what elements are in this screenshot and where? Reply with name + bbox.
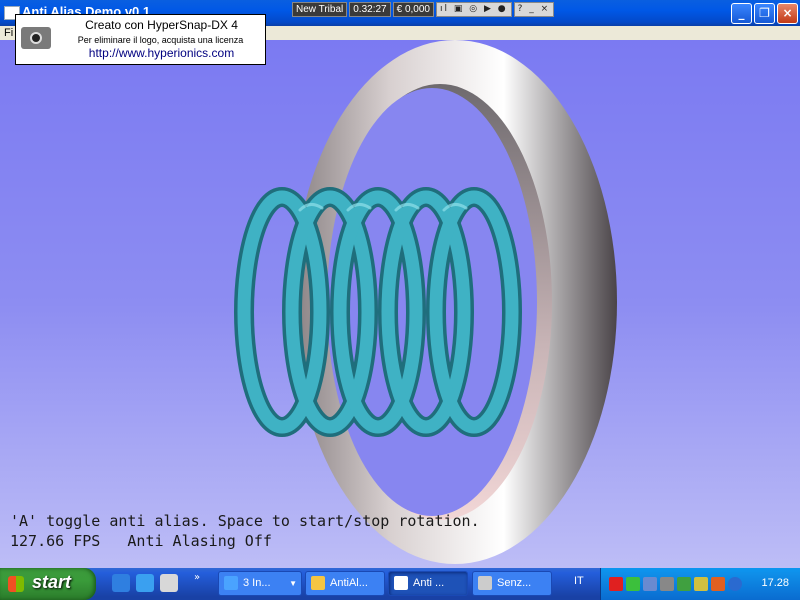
language-indicator[interactable]: IT <box>574 575 584 587</box>
tray-timer: 0.32:27 <box>349 1 391 17</box>
fps-status-text: 127.66 FPS Anti Alasing Off <box>10 532 272 550</box>
task-button-antialias[interactable]: Anti ... <box>388 571 468 596</box>
tray-control-icons[interactable]: ıl ▣ ◎ ▶ ● <box>436 1 512 17</box>
start-label: start <box>32 572 72 592</box>
tray-green-icon[interactable] <box>677 577 691 591</box>
window-icon <box>394 576 408 590</box>
windows-flag-icon <box>8 576 24 592</box>
tray-brand[interactable]: New Tribal <box>292 1 348 17</box>
3d-scene <box>234 40 617 564</box>
system-tray: 17.28 <box>600 568 800 600</box>
dropdown-arrow-icon: ▼ <box>289 579 297 588</box>
browser-quicklaunch-icon[interactable] <box>136 574 154 592</box>
tray-yellow-icon[interactable] <box>694 577 708 591</box>
start-button[interactable]: start <box>0 568 96 600</box>
taskbar: start » 3 In... ▼ AntiAl... Anti ... Sen… <box>0 568 800 600</box>
task-button-hypersnap[interactable]: Senz... <box>472 571 552 596</box>
task-label: 3 In... <box>243 577 271 589</box>
tray-shield-icon[interactable] <box>711 577 725 591</box>
tray-icons <box>609 577 742 591</box>
task-label: AntiAl... <box>330 577 368 589</box>
top-tray-widget: New Tribal 0.32:27 € 0,000 ıl ▣ ◎ ▶ ● ? … <box>292 1 555 17</box>
task-label: Senz... <box>497 577 532 589</box>
tray-app-icon[interactable] <box>609 577 623 591</box>
tray-credit: € 0,000 <box>392 1 434 17</box>
instructions-text: 'A' toggle anti alias. Space to start/st… <box>10 512 480 530</box>
camera-icon <box>478 576 492 590</box>
app-quicklaunch-icon[interactable] <box>160 574 178 592</box>
opengl-viewport[interactable]: 'A' toggle anti alias. Space to start/st… <box>0 40 800 568</box>
watermark-license-note: Per eliminare il logo, acquista una lice… <box>77 35 244 45</box>
tray-globe-icon[interactable] <box>728 577 742 591</box>
tray-speaker-icon[interactable] <box>660 577 674 591</box>
watermark-url: http://www.hyperionics.com <box>88 46 235 60</box>
tray-frog-icon[interactable] <box>626 577 640 591</box>
task-label: Anti ... <box>413 577 445 589</box>
clock[interactable]: 17.28 <box>761 577 789 589</box>
watermark-title: Creato con HyperSnap-DX 4 <box>85 18 238 32</box>
menu-file[interactable]: Fi <box>4 26 13 40</box>
task-button-folder[interactable]: AntiAl... <box>305 571 385 596</box>
quicklaunch-chevron-icon[interactable]: » <box>194 572 200 583</box>
folder-icon <box>311 576 325 590</box>
maximize-button[interactable]: ❐ <box>754 3 775 24</box>
tray-help-icons[interactable]: ? _ × <box>513 1 555 17</box>
tray-network-icon[interactable] <box>643 577 657 591</box>
quick-launch <box>112 574 178 592</box>
hypersnap-watermark: Creato con HyperSnap-DX 4 Per eliminare … <box>15 14 266 65</box>
task-button-ie[interactable]: 3 In... ▼ <box>218 571 302 596</box>
ie-icon <box>224 576 238 590</box>
minimize-button[interactable]: _ <box>731 3 752 24</box>
ie-quicklaunch-icon[interactable] <box>112 574 130 592</box>
close-button[interactable]: × <box>777 3 798 24</box>
